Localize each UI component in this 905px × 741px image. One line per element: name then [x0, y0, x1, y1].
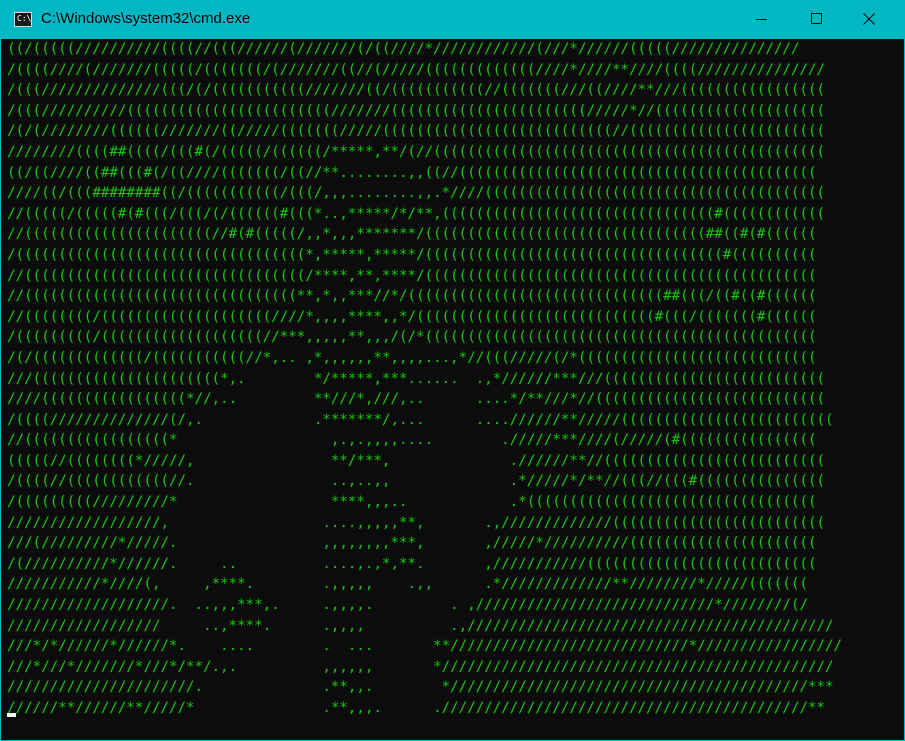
console-line: /(((((((((/(((((((((((((((((((//***,,,,,…	[7, 329, 817, 346]
console-line: /((((////(///////(((((/(((((((/(///////(…	[7, 61, 825, 78]
console-line: /(//////////*//////. .. ....,.,*,**. ,//…	[7, 555, 817, 572]
console-output[interactable]: ((/(((((//////////((((//(((//////(//////…	[7, 39, 905, 739]
console-line: //((((((((((((((((((((((//#(#(((((/,,*,,…	[7, 226, 817, 243]
console-line: //((((((((((((((((((((((((((((((((**,*,,…	[7, 288, 817, 305]
window-title: C:\Windows\system32\cmd.exe	[41, 10, 251, 27]
close-button[interactable]	[846, 0, 892, 39]
console-line: /(((((((((/////////* ****,,,.. .*(((((((…	[7, 494, 817, 511]
console-line: /(((//////////((((((((((((((((((((((((//…	[7, 102, 825, 119]
console-line: ///((((((((((((((((((((((*,. */*****,***…	[7, 370, 825, 387]
console-line: ////////((((##((((/(((#(/(((((/((((((/**…	[7, 143, 825, 160]
title-bar[interactable]: C:\ C:\Windows\system32\cmd.exe	[1, 0, 905, 39]
console-line: //////**//////**/////* .**,,,. .////////…	[7, 700, 825, 716]
console-line: ////(((((((((((((((((*//,.. **///*,///,.…	[7, 391, 825, 408]
console-text-area: ((/(((((//////////((((//(((//////(//////…	[7, 39, 905, 719]
console-line: //(((((((((((((((((((((((((((((((((/****…	[7, 267, 817, 284]
maximize-button[interactable]	[794, 0, 840, 39]
console-line: //////////////////, ....,,,,,**, .,/////…	[7, 514, 825, 531]
console-line: ///*/*//////*//////*. .... . ... **/////…	[7, 638, 842, 655]
console-line: ////((/(((########((/(((((((((((/(((/,,,…	[7, 185, 825, 202]
maximize-icon	[811, 13, 822, 24]
cmd-app-icon-glyph: C:\	[17, 14, 32, 23]
console-line: ((/((////((##(((#(/((////(((((((/((//**.…	[7, 164, 817, 181]
text-cursor	[7, 713, 16, 717]
console-line: ///*///*///////*///*/**/.,. ,,,,,, *////…	[7, 658, 834, 675]
console-line: ((/(((((//////////((((//(((//////(//////…	[7, 41, 800, 57]
console-line: ///(/////////*/////. ,,,,,,,,***, ,/////…	[7, 535, 817, 552]
console-line: ////////////////// ..,****. .,,,, .,////…	[7, 617, 834, 634]
cmd-window: C:\ C:\Windows\system32\cmd.exe ((/(((((…	[0, 0, 905, 741]
console-line: /(((//////////////(((/(/(((((((((((/////…	[7, 82, 825, 99]
console-line: //////////////////////. .**,,. *////////…	[7, 679, 834, 696]
console-line: ///////////////////. ..,,,***,. .,,,,. .…	[7, 597, 808, 614]
minimize-button[interactable]	[746, 0, 792, 39]
console-line: (((((//((((((((*/////, **/***, .//////**…	[7, 452, 825, 469]
cmd-app-icon[interactable]: C:\	[14, 12, 32, 27]
console-line: //(((((/(((((#(#(((/(((/(/((((((#(((*..,…	[7, 205, 825, 222]
console-line: ///////////*////(, ,****. .,,,,, .,, .*/…	[7, 576, 808, 593]
console-line: /(/(((((((((((((/(((((((((((//*,.. ,*,,,…	[7, 349, 817, 366]
close-icon	[863, 13, 875, 25]
console-line: //((((((((/((((((((((((((((((((////*,,,,…	[7, 308, 817, 325]
console-line: /((((//////////////(/,. .*******/,... ..…	[7, 411, 834, 428]
console-line: //(((((((((((((((((* ,.,.,,,,.... ./////…	[7, 432, 817, 449]
console-line: /((((//((((((((((((//. ..,..,, .*/////*/…	[7, 473, 825, 490]
console-line: /((((((((((((((((((((((((((((((((((*,***…	[7, 246, 817, 263]
console-line: /(/(////////((((((///////((/////(((((((/…	[7, 123, 825, 140]
minimize-icon	[756, 19, 767, 20]
